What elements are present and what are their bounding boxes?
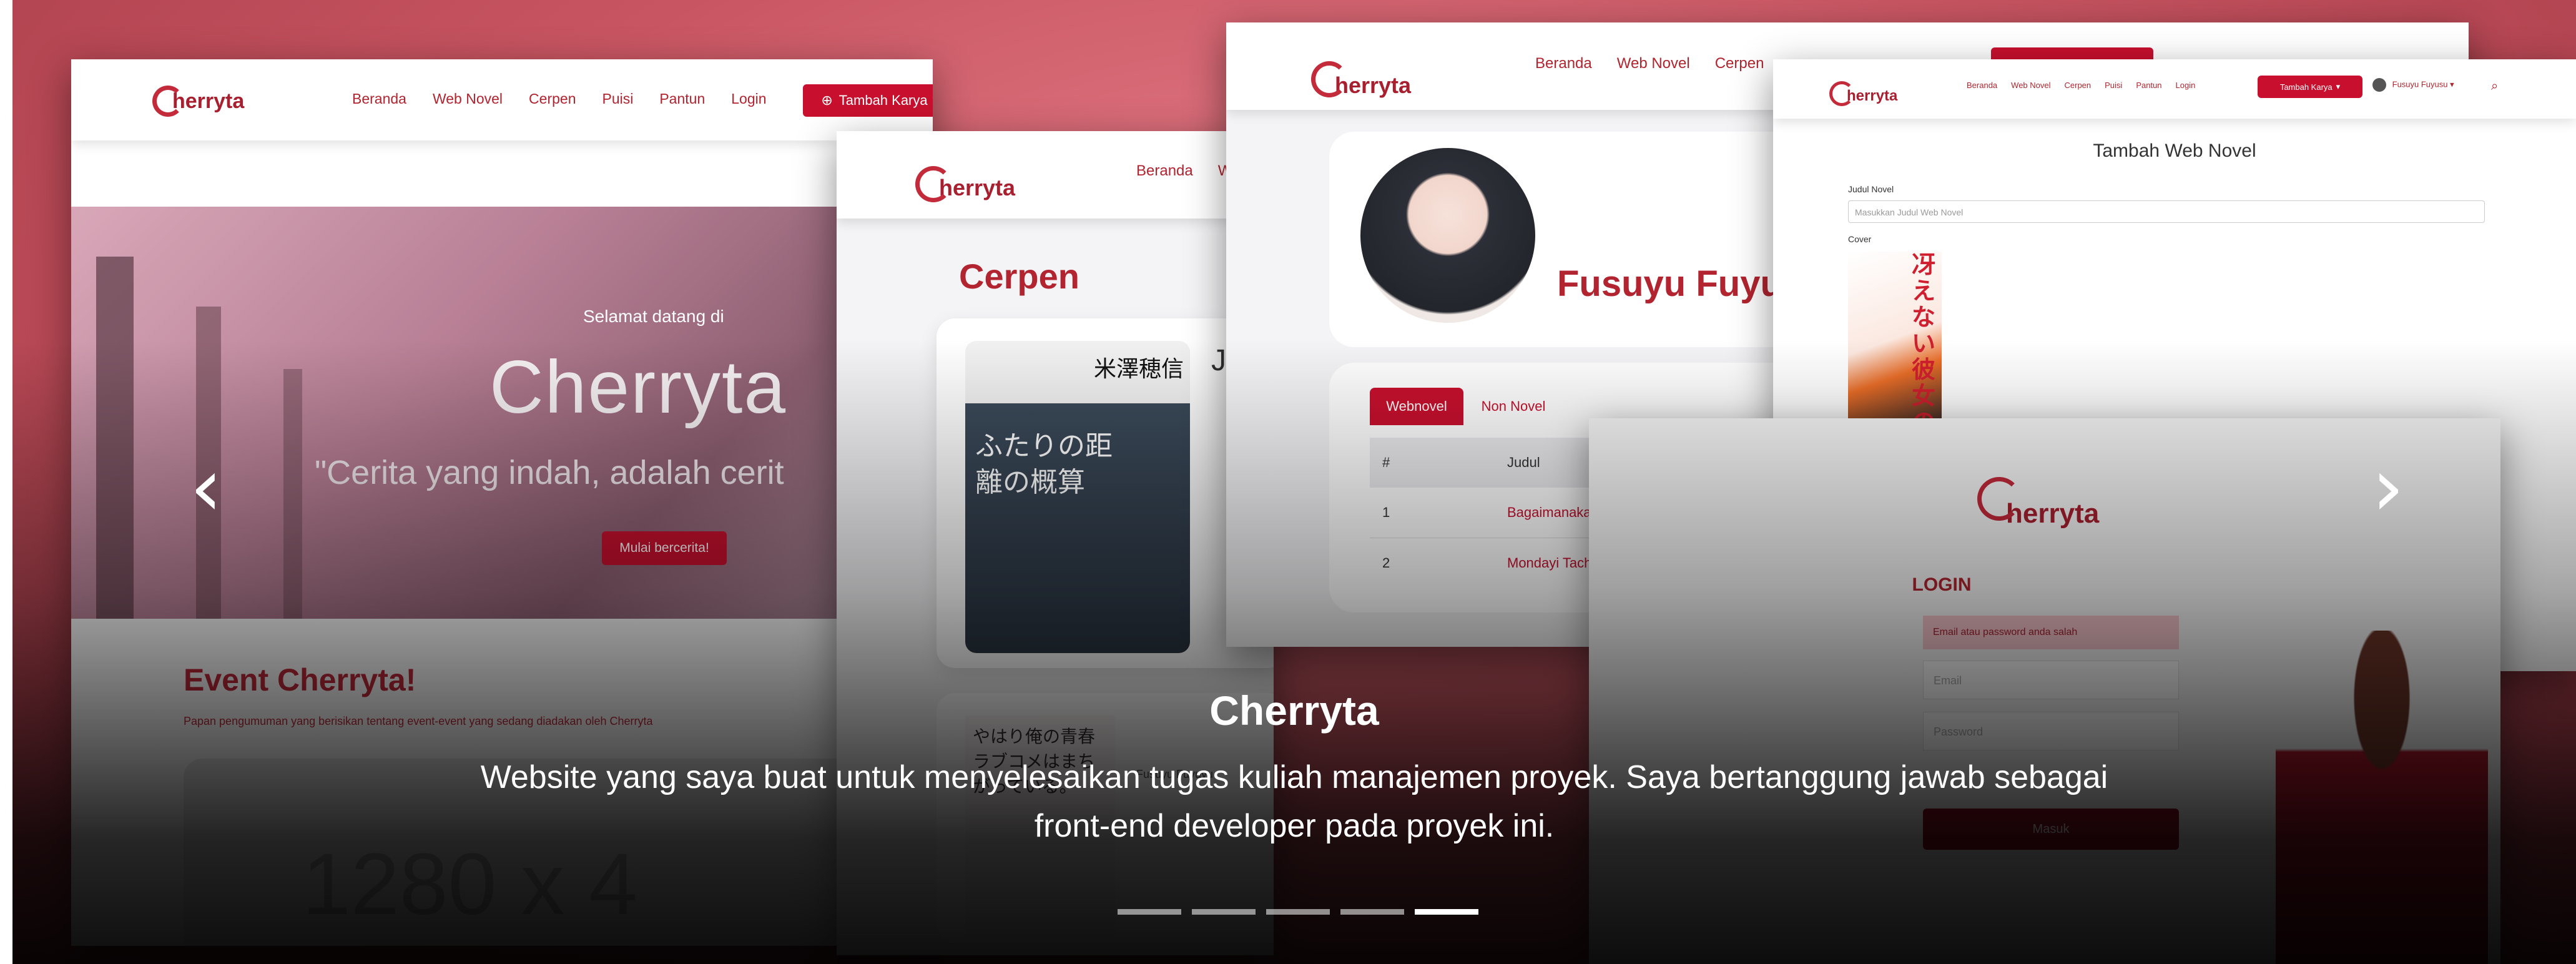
login-alert: Email atau password anda salah bbox=[1923, 616, 2179, 649]
carousel-indicator-active[interactable] bbox=[1415, 909, 1478, 915]
profile-name: Fusuyu Fuyu bbox=[1557, 263, 1782, 304]
home-logo: herryta bbox=[152, 86, 244, 117]
carousel-indicator[interactable] bbox=[1340, 909, 1404, 915]
nav-web-novel[interactable]: Web Novel bbox=[1617, 55, 1690, 72]
chevron-right-icon: › bbox=[2372, 440, 2404, 534]
cerpen-title: Cerpen bbox=[959, 257, 1079, 296]
nav-login[interactable]: Login bbox=[731, 91, 766, 107]
cerpen-nav-links: Beranda W bbox=[1136, 162, 1232, 180]
carousel-next-button[interactable]: › bbox=[2354, 437, 2422, 537]
title-label: Judul Novel bbox=[1848, 184, 1894, 194]
carousel-indicator[interactable] bbox=[1118, 909, 1181, 915]
carousel-prev-button[interactable]: ‹ bbox=[172, 437, 240, 537]
nav-web-novel[interactable]: Web Novel bbox=[2011, 81, 2050, 90]
tree-silhouette bbox=[283, 369, 302, 619]
hero-quote: "Cerita yang indah, adalah cerit bbox=[315, 454, 784, 491]
add-work-button[interactable]: ⊕ Tambah Karya ▾ bbox=[803, 84, 933, 117]
start-writing-button[interactable]: Mulai bercerita! bbox=[602, 531, 727, 565]
add-novel-navbar: herryta Beranda Web Novel Cerpen Puisi P… bbox=[1773, 59, 2576, 119]
profile-logo: herryta bbox=[1311, 61, 1411, 99]
home-navbar: herryta Beranda Web Novel Cerpen Puisi P… bbox=[71, 59, 933, 140]
carousel-indicator[interactable] bbox=[1192, 909, 1256, 915]
cherry-logo-icon bbox=[915, 166, 951, 202]
tab-webnovel[interactable]: Webnovel bbox=[1370, 388, 1463, 425]
home-nav-links: Beranda Web Novel Cerpen Puisi Pantun Lo… bbox=[352, 91, 767, 107]
nav-pantun[interactable]: Pantun bbox=[659, 91, 705, 107]
nav-cerpen[interactable]: Cerpen bbox=[1715, 55, 1764, 72]
nav-beranda[interactable]: Beranda bbox=[1967, 81, 1997, 90]
nav-puisi[interactable]: Puisi bbox=[2105, 81, 2122, 90]
caption-text-line2: front-end developer pada proyek ini. bbox=[1034, 808, 1555, 844]
tab-non-novel[interactable]: Non Novel bbox=[1467, 388, 1560, 425]
hero-banner: Selamat datang di Cherryta "Cerita yang … bbox=[71, 207, 933, 619]
add-work-button[interactable]: Tambah Karya ▾ bbox=[2258, 76, 2362, 98]
cerpen-card: 米澤穂信 ふたりの距離の概算 J bbox=[937, 318, 1274, 668]
nav-cerpen[interactable]: Cerpen bbox=[2065, 81, 2092, 90]
cover-label: Cover bbox=[1848, 234, 1872, 244]
nav-beranda[interactable]: Beranda bbox=[1136, 162, 1193, 180]
login-logo: herryta bbox=[1977, 477, 2099, 529]
book-author: 米澤穂信 bbox=[1093, 357, 1184, 382]
add-novel-nav-links: Beranda Web Novel Cerpen Puisi Pantun Lo… bbox=[1967, 81, 2195, 90]
cerpen-navbar: herryta Beranda W bbox=[837, 131, 1274, 219]
nav-login[interactable]: Login bbox=[2176, 81, 2196, 90]
cherry-logo-icon bbox=[1829, 81, 1854, 106]
book-cover: 米澤穂信 ふたりの距離の概算 bbox=[965, 341, 1190, 653]
carousel-indicator[interactable] bbox=[1266, 909, 1330, 915]
add-novel-logo: herryta bbox=[1829, 81, 1897, 106]
nav-beranda[interactable]: Beranda bbox=[352, 91, 406, 107]
caret-down-icon: ▾ bbox=[2336, 82, 2341, 91]
cherry-logo-icon bbox=[1311, 61, 1347, 97]
title-input[interactable]: Masukkan Judul Web Novel bbox=[1848, 200, 2485, 223]
cherry-logo-icon bbox=[152, 86, 184, 117]
cherry-logo-icon bbox=[1977, 477, 2021, 521]
caption-title: Cherryta bbox=[1209, 687, 1379, 734]
cerpen-logo: herryta bbox=[915, 166, 1015, 202]
login-heading: LOGIN bbox=[1912, 574, 1972, 595]
nav-pantun[interactable]: Pantun bbox=[2136, 81, 2161, 90]
nav-puisi[interactable]: Puisi bbox=[602, 91, 633, 107]
nav-cerpen[interactable]: Cerpen bbox=[529, 91, 576, 107]
avatar bbox=[2372, 78, 2386, 92]
plus-circle-icon: ⊕ bbox=[821, 92, 833, 108]
profile-nav-links: Beranda Web Novel Cerpen bbox=[1535, 55, 1764, 72]
profile-avatar bbox=[1360, 148, 1535, 323]
caption-text-line1: Website yang saya buat untuk menyelesaik… bbox=[480, 759, 2108, 795]
portfolio-carousel: herryta Beranda Web Novel Cerpen Puisi P… bbox=[12, 0, 2576, 964]
carousel-indicators bbox=[1118, 909, 1478, 915]
item-title-initial: J bbox=[1211, 344, 1226, 377]
carousel-caption: Cherryta Website yang saya buat untuk me… bbox=[12, 687, 2576, 850]
nav-beranda[interactable]: Beranda bbox=[1535, 55, 1592, 72]
welcome-text: Selamat datang di bbox=[583, 307, 724, 326]
tree-silhouette bbox=[96, 257, 134, 619]
add-novel-title: Tambah Web Novel bbox=[2093, 140, 2256, 161]
nav-web-novel[interactable]: Web Novel bbox=[433, 91, 503, 107]
book-title: ふたりの距離の概算 bbox=[975, 430, 1113, 498]
user-menu[interactable]: Fusuyu Fuyusu ▾ bbox=[2372, 78, 2454, 92]
chevron-left-icon: ‹ bbox=[190, 440, 222, 534]
hero-title: Cherryta bbox=[489, 345, 787, 429]
search-icon[interactable]: ⌕ bbox=[2491, 78, 2498, 93]
